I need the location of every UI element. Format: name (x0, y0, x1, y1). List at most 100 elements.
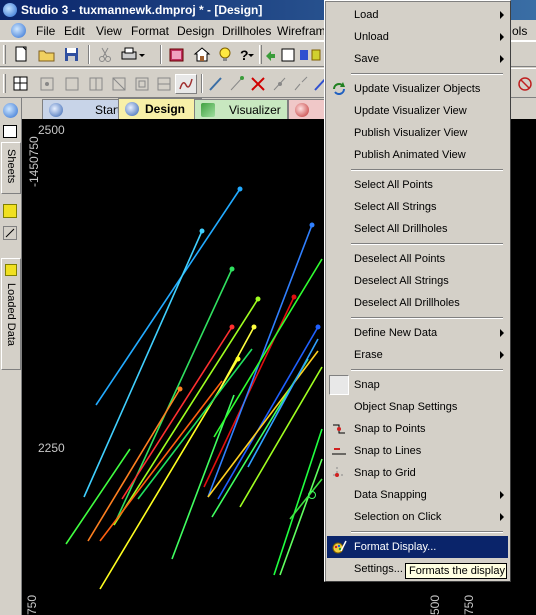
menu-separator (351, 369, 503, 371)
cut-icon[interactable] (96, 46, 114, 63)
submenu-arrow-icon (500, 491, 504, 499)
menu-item-object-snap-settings[interactable]: Object Snap Settings (327, 396, 508, 418)
submenu-arrow-icon (500, 55, 504, 63)
toolbar-arrows-icon[interactable] (264, 46, 321, 63)
no-symbol-icon[interactable] (516, 75, 534, 92)
split-string-icon[interactable] (292, 75, 310, 92)
tab-start[interactable]: Start (42, 99, 130, 119)
sections-icon[interactable] (155, 75, 173, 92)
snap-to-lines-icon (331, 443, 347, 459)
menu-edit[interactable]: Edit (64, 24, 85, 38)
menu-item-data-snapping[interactable]: Data Snapping (327, 484, 508, 506)
menu-item-publish-visualizer-view[interactable]: Publish Visualizer View (327, 122, 508, 144)
menu-item-erase[interactable]: Erase (327, 344, 508, 366)
points-icon[interactable] (38, 75, 56, 92)
submenu-arrow-icon (500, 33, 504, 41)
menu-item-selection-on-click[interactable]: Selection on Click (327, 506, 508, 528)
globe-icon[interactable] (3, 103, 18, 118)
menu-separator (351, 73, 503, 75)
tab-other-icon (295, 103, 309, 117)
lightbulb-icon[interactable] (216, 46, 234, 63)
y-axis-label-top: 2500 (38, 123, 65, 137)
window-title: Studio 3 - tuxmannewk.dmproj * - [Design… (21, 3, 263, 17)
y-axis-vertical-label-top: -1450750 (27, 136, 41, 187)
menu-tools[interactable]: ols (512, 24, 527, 38)
menu-separator (351, 317, 503, 319)
help-icon[interactable]: ? (236, 46, 254, 63)
document-icon[interactable] (11, 23, 26, 38)
menu-item-define-new-data[interactable]: Define New Data (327, 322, 508, 344)
edit-pen-icon[interactable] (207, 75, 225, 92)
strings-icon[interactable] (63, 75, 81, 92)
open-folder-icon[interactable] (38, 46, 56, 63)
menu-item-snap-to-points[interactable]: Snap to Points (327, 418, 508, 440)
left-sidebar: Sheets Loaded Data (0, 98, 22, 615)
menu-item-format-display[interactable]: Format Display... (327, 536, 508, 558)
folder-icon[interactable] (3, 204, 17, 218)
menu-item-select-all-points[interactable]: Select All Points (327, 174, 508, 196)
new-file-icon[interactable] (12, 46, 30, 63)
x-axis-label-500: 500 (428, 594, 442, 615)
drillholes-icon[interactable] (87, 75, 105, 92)
sheets-pane-icon[interactable] (3, 125, 17, 138)
menu-item-select-all-drillholes[interactable]: Select All Drillholes (327, 218, 508, 240)
app-icon (3, 3, 17, 17)
menu-item-save[interactable]: Save (327, 48, 508, 70)
toolbar-grip[interactable] (3, 45, 6, 64)
menu-item-update-visualizer-objects[interactable]: Update Visualizer Objects (327, 78, 508, 100)
menu-item-deselect-all-drillholes[interactable]: Deselect All Drillholes (327, 292, 508, 314)
book-icon[interactable] (168, 46, 186, 63)
menu-item-snap-to-lines[interactable]: Snap to Lines (327, 440, 508, 462)
x-axis-label-750: 750 (462, 594, 476, 615)
menu-item-deselect-all-points[interactable]: Deselect All Points (327, 248, 508, 270)
tab-design[interactable]: Design (118, 98, 202, 119)
tab-loaded-data[interactable]: Loaded Data (1, 258, 21, 370)
menu-item-select-all-strings[interactable]: Select All Strings (327, 196, 508, 218)
menu-view[interactable]: View (96, 24, 122, 38)
insert-point-icon[interactable] (271, 75, 289, 92)
tab-other[interactable] (288, 99, 326, 119)
block-model-icon[interactable] (133, 75, 151, 92)
tab-visualizer[interactable]: Visualizer (194, 99, 288, 119)
visualizer-icon (201, 103, 215, 117)
design-icon (125, 102, 139, 116)
menu-item-update-visualizer-view[interactable]: Update Visualizer View (327, 100, 508, 122)
svg-text:?: ? (240, 47, 249, 63)
submenu-arrow-icon (500, 351, 504, 359)
menu-drillholes[interactable]: Drillholes (222, 24, 271, 38)
menu-design[interactable]: Design (177, 24, 214, 38)
menu-item-unload[interactable]: Unload (327, 26, 508, 48)
home-icon[interactable] (193, 46, 211, 63)
start-icon (49, 103, 63, 117)
y-axis-vertical-label-bottom: 750 (25, 594, 39, 615)
menu-item-snap[interactable]: Snap (327, 374, 508, 396)
menu-item-publish-animated-view[interactable]: Publish Animated View (327, 144, 508, 166)
context-menu: Load Unload Save Update Visualizer Objec… (324, 0, 511, 582)
format-display-icon (331, 539, 347, 555)
menu-file[interactable]: File (36, 24, 55, 38)
pencil-icon[interactable] (3, 226, 17, 240)
submenu-arrow-icon (500, 11, 504, 19)
move-point-icon[interactable] (228, 75, 246, 92)
snap-to-points-icon (331, 421, 347, 437)
menu-item-deselect-all-strings[interactable]: Deselect All Strings (327, 270, 508, 292)
menu-item-snap-to-grid[interactable]: Snap to Grid (327, 462, 508, 484)
y-axis-label-bottom: 2250 (38, 441, 65, 455)
tab-sheets[interactable]: Sheets (1, 142, 21, 194)
menu-wireframes[interactable]: Wirefram (277, 24, 326, 38)
menu-item-load[interactable]: Load (327, 4, 508, 26)
update-visualizer-objects-icon (331, 81, 347, 97)
loaded-data-icon (5, 264, 17, 276)
menu-format[interactable]: Format (131, 24, 169, 38)
wireframe-icon[interactable] (110, 75, 128, 92)
print-icon[interactable] (120, 46, 145, 63)
digitize-icon[interactable] (175, 74, 197, 94)
snap-to-grid-icon (331, 465, 347, 481)
submenu-arrow-icon (500, 329, 504, 337)
tooltip: Formats the display (405, 563, 507, 579)
delete-point-icon[interactable] (249, 75, 267, 92)
save-icon[interactable] (63, 46, 81, 63)
menu-separator (351, 169, 503, 171)
menu-separator (351, 531, 503, 533)
select-grid-icon[interactable] (12, 75, 30, 92)
